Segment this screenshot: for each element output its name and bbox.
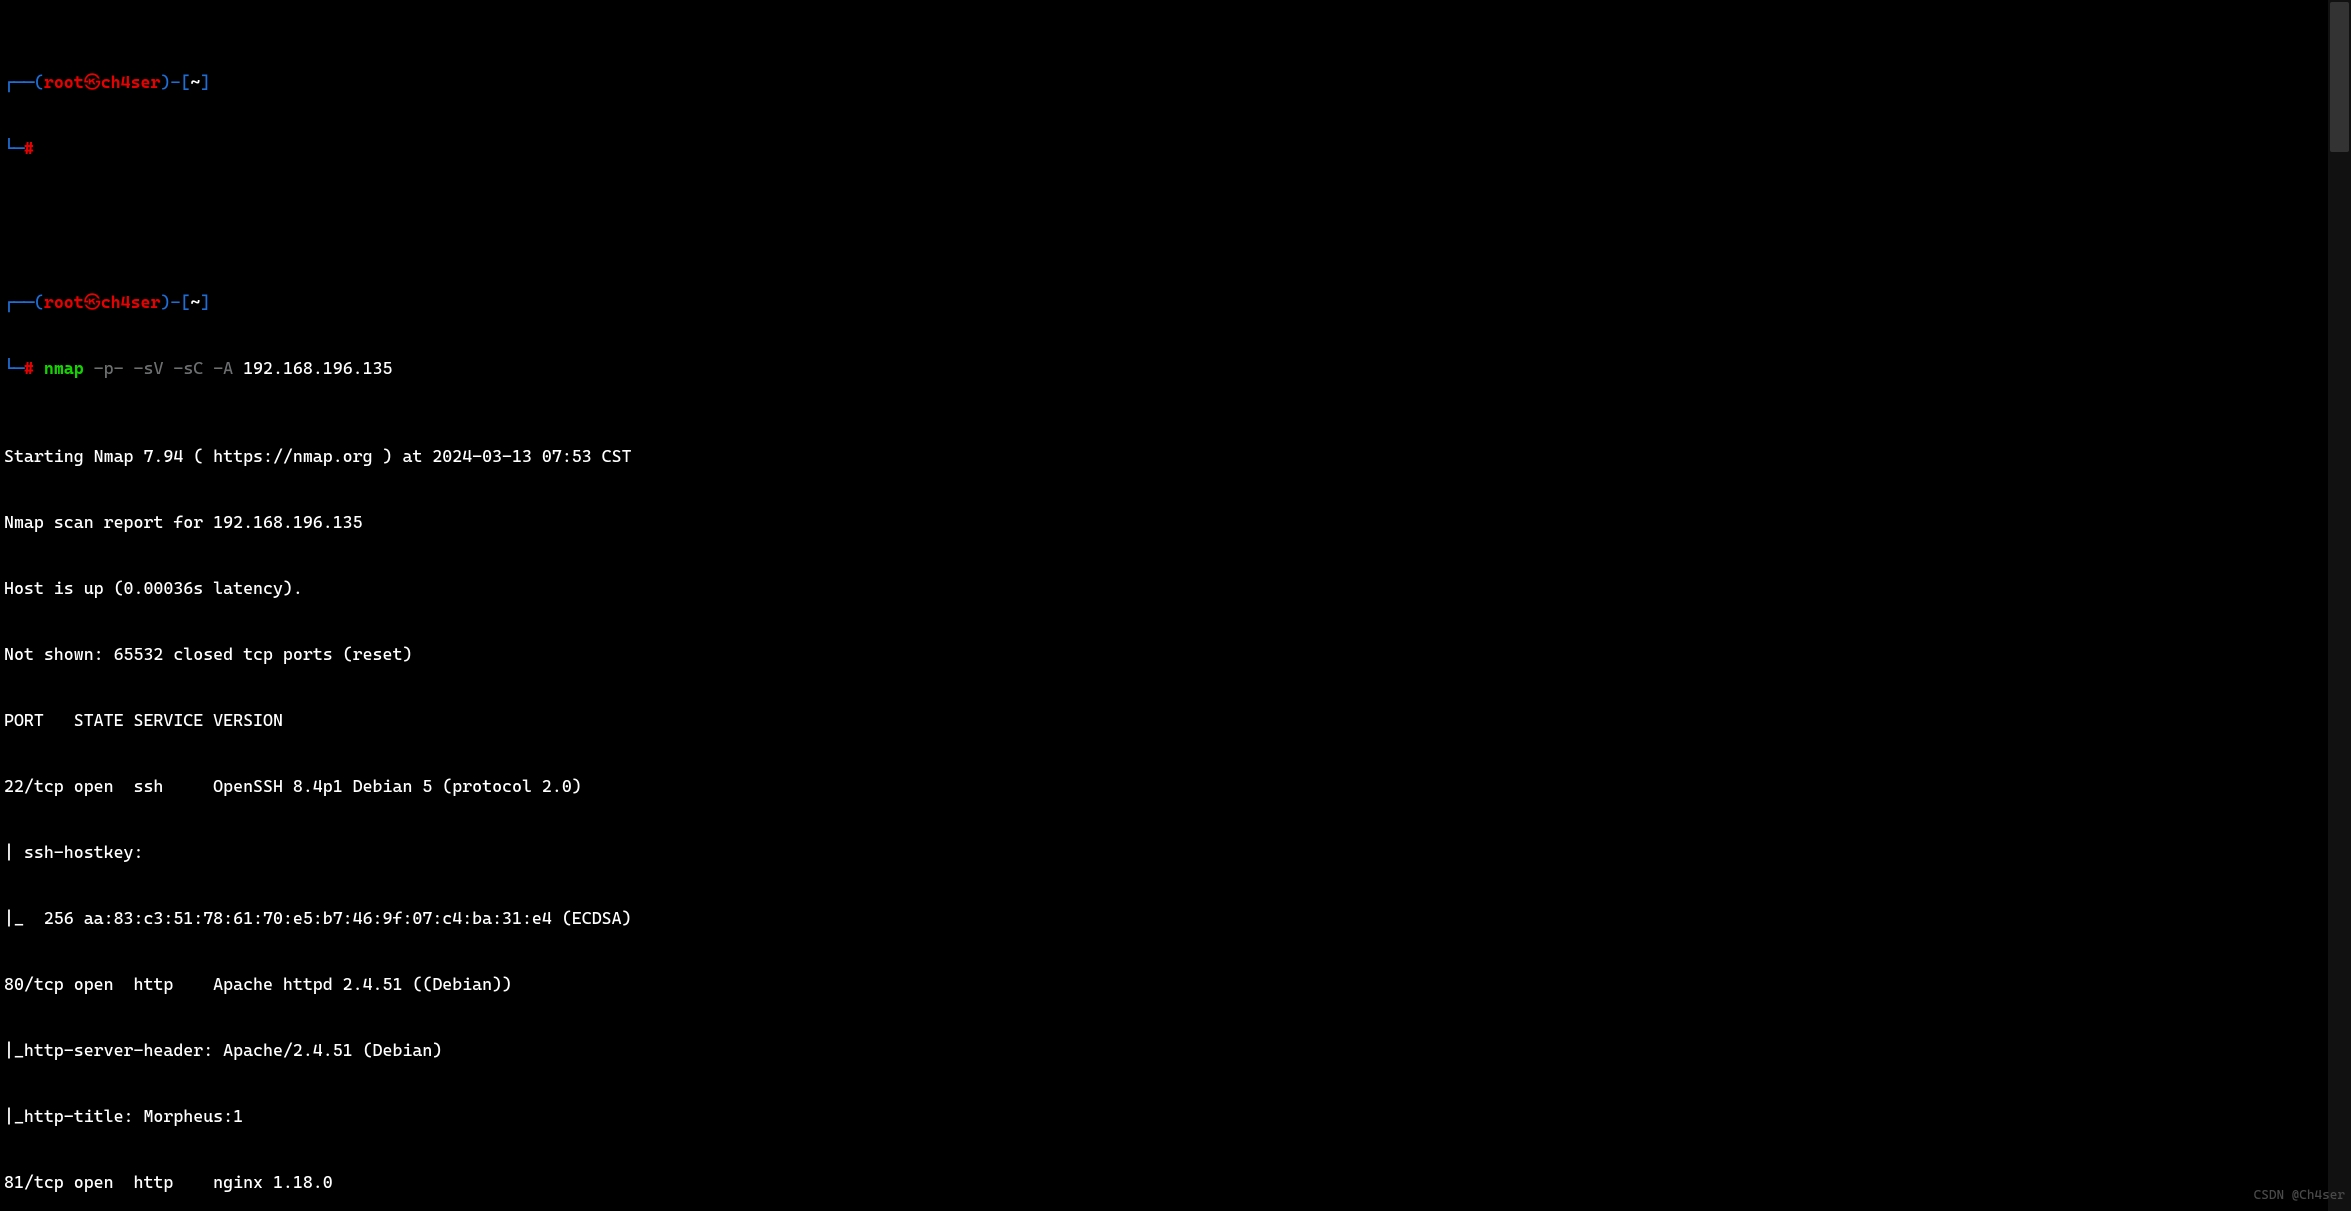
output-line: |_http-server-header: Apache/2.4.51 (Deb…	[4, 1039, 2324, 1061]
output-line: Nmap scan report for 192.168.196.135	[4, 511, 2324, 533]
command-target: 192.168.196.135	[243, 358, 392, 378]
blank-line	[4, 203, 2324, 225]
output-line: |_http-title: Morpheus:1	[4, 1105, 2324, 1127]
output-line: 80/tcp open http Apache httpd 2.4.51 ((D…	[4, 973, 2324, 995]
output-line: | ssh-hostkey:	[4, 841, 2324, 863]
output-line: |_ 256 aa:83:c3:51:78:61:70:e5:b7:46:9f:…	[4, 907, 2324, 929]
watermark-text: CSDN @Ch4ser	[2254, 1185, 2345, 1207]
prompt-line-2-top: ┌──(root㉿ch4ser)-[~]	[4, 291, 2324, 313]
prompt-line-1-top: ┌──(root㉿ch4ser)-[~]	[4, 71, 2324, 93]
terminal-viewport[interactable]: ┌──(root㉿ch4ser)-[~] └─# ┌──(root㉿ch4ser…	[0, 0, 2328, 1211]
prompt-line-1-bottom: └─#	[4, 137, 2324, 159]
output-line: Not shown: 65532 closed tcp ports (reset…	[4, 643, 2324, 665]
command-binary: nmap	[44, 358, 84, 378]
output-line: 22/tcp open ssh OpenSSH 8.4p1 Debian 5 (…	[4, 775, 2324, 797]
prompt-line-2-bottom: └─# nmap -p- -sV -sC -A 192.168.196.135	[4, 357, 2324, 379]
command-flags: -p- -sV -sC -A	[94, 358, 233, 378]
output-line: 81/tcp open http nginx 1.18.0	[4, 1171, 2324, 1193]
output-line: PORT STATE SERVICE VERSION	[4, 709, 2324, 731]
scrollbar-track[interactable]	[2328, 0, 2351, 1211]
output-line: Host is up (0.00036s latency).	[4, 577, 2324, 599]
scrollbar-thumb[interactable]	[2330, 2, 2349, 152]
output-line: Starting Nmap 7.94 ( https://nmap.org ) …	[4, 445, 2324, 467]
